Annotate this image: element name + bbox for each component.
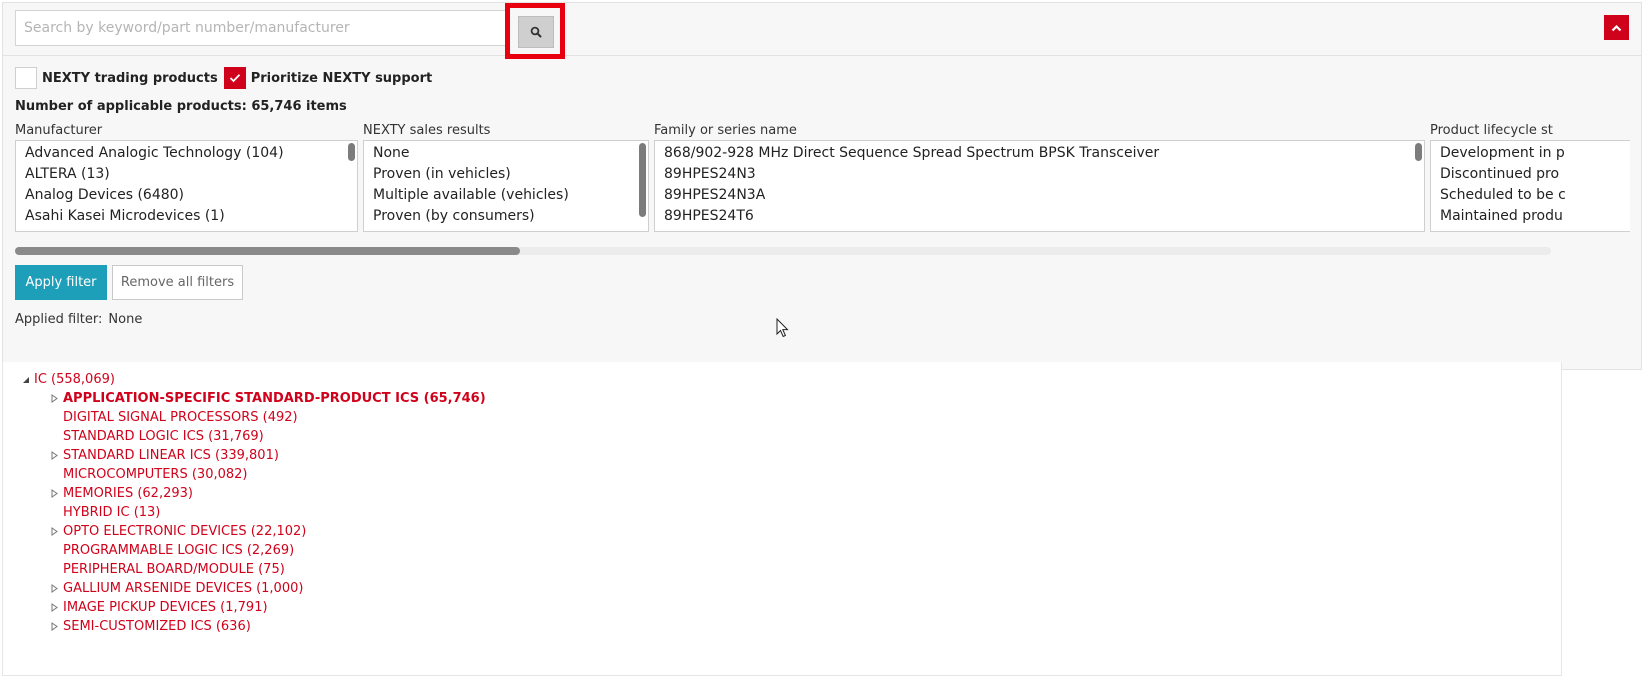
sales-results-filter: NEXTY sales results None Proven (in vehi… [363, 122, 649, 232]
tree-node[interactable]: PROGRAMMABLE LOGIC ICS (2,269) [63, 541, 294, 560]
list-item[interactable]: 89HPES24T6 [655, 206, 1424, 227]
product-count: Number of applicable products: 65,746 it… [15, 99, 347, 114]
filter-panel: NEXTY trading products Prioritize NEXTY … [2, 2, 1642, 370]
manufacturer-list[interactable]: Advanced Analogic Technology (104) ALTER… [15, 140, 358, 232]
tree-node-label[interactable]: MEMORIES (62,293) [63, 486, 193, 501]
tree-node[interactable]: DIGITAL SIGNAL PROCESSORS (492) [63, 408, 298, 427]
manufacturer-filter: Manufacturer Advanced Analogic Technolog… [15, 122, 358, 232]
triangle-right-icon[interactable] [51, 579, 61, 598]
tree-node[interactable]: STANDARD LOGIC ICS (31,769) [63, 427, 264, 446]
triangle-right-icon[interactable] [51, 484, 61, 503]
search-icon [530, 26, 542, 38]
list-item[interactable]: Maintained produ [1431, 206, 1630, 227]
tree-node[interactable]: OPTO ELECTRONIC DEVICES (22,102) [51, 522, 306, 541]
list-item[interactable]: 89HPES24N3A [655, 185, 1424, 206]
manufacturer-filter-title: Manufacturer [15, 123, 103, 138]
collapse-panel-button[interactable] [1604, 15, 1629, 40]
tree-node[interactable]: GALLIUM ARSENIDE DEVICES (1,000) [51, 579, 303, 598]
list-item[interactable]: ALTERA (13) [16, 164, 357, 185]
family-filter-title: Family or series name [654, 123, 797, 138]
list-item[interactable]: Discontinued pro [1431, 164, 1630, 185]
applied-filter-value: None [108, 312, 143, 327]
family-filter: Family or series name 868/902-928 MHz Di… [654, 122, 1425, 232]
manufacturer-scrollbar[interactable] [348, 143, 355, 161]
search-button[interactable] [518, 16, 554, 48]
tree-node-label[interactable]: STANDARD LOGIC ICS (31,769) [63, 429, 264, 444]
tree-node-label[interactable]: IMAGE PICKUP DEVICES (1,791) [63, 600, 268, 615]
lifecycle-filter: Product lifecycle st Development in p Di… [1430, 122, 1630, 232]
list-item[interactable]: 89HPES24N3 [655, 164, 1424, 185]
triangle-right-icon[interactable] [51, 617, 61, 636]
chevron-up-icon [1611, 24, 1622, 31]
list-item[interactable]: Analog Devices (6480) [16, 185, 357, 206]
tree-node[interactable]: PERIPHERAL BOARD/MODULE (75) [63, 560, 285, 579]
tree-node-label[interactable]: PERIPHERAL BOARD/MODULE (75) [63, 562, 285, 577]
list-item[interactable]: Proven (by consumers) [364, 206, 648, 227]
list-item[interactable]: Asahi Kasei Microdevices (1) [16, 206, 357, 227]
tree-node-label[interactable]: APPLICATION-SPECIFIC STANDARD-PRODUCT IC… [63, 391, 486, 406]
lifecycle-filter-title: Product lifecycle st [1430, 123, 1553, 138]
lifecycle-list[interactable]: Development in p Discontinued pro Schedu… [1430, 140, 1630, 232]
tree-node-label[interactable]: HYBRID IC (13) [63, 505, 160, 520]
tree-node[interactable]: APPLICATION-SPECIFIC STANDARD-PRODUCT IC… [51, 389, 486, 408]
prioritize-support-label[interactable]: Prioritize NEXTY support [251, 71, 433, 86]
nexty-trading-label[interactable]: NEXTY trading products [42, 71, 218, 86]
sales-results-filter-title: NEXTY sales results [363, 123, 491, 138]
triangle-right-icon[interactable] [51, 446, 61, 465]
nexty-trading-checkbox[interactable] [15, 67, 37, 89]
category-tree: IC (558,069) APPLICATION-SPECIFIC STANDA… [2, 362, 1562, 676]
horizontal-scroll-thumb[interactable] [15, 247, 520, 255]
filters-horizontal-scrollbar[interactable] [15, 247, 1551, 255]
family-scrollbar[interactable] [1415, 143, 1422, 161]
tree-node-label[interactable]: OPTO ELECTRONIC DEVICES (22,102) [63, 524, 306, 539]
filter-columns: Manufacturer Advanced Analogic Technolog… [15, 122, 1630, 237]
prioritize-support-checkbox[interactable] [223, 67, 246, 89]
tree-node[interactable]: MICROCOMPUTERS (30,082) [63, 465, 247, 484]
tree-node[interactable]: SEMI-CUSTOMIZED ICS (636) [51, 617, 251, 636]
triangle-down-icon[interactable] [22, 370, 32, 389]
search-input[interactable] [15, 10, 513, 46]
search-bar [3, 3, 1641, 59]
tree-node-label[interactable]: PROGRAMMABLE LOGIC ICS (2,269) [63, 543, 294, 558]
applied-filter-label: Applied filter: [15, 312, 103, 327]
triangle-right-icon[interactable] [51, 522, 61, 541]
triangle-right-icon[interactable] [51, 389, 61, 408]
list-item[interactable]: Proven (in vehicles) [364, 164, 648, 185]
family-list[interactable]: 868/902-928 MHz Direct Sequence Spread S… [654, 140, 1425, 232]
check-icon [229, 74, 240, 83]
tree-node-label[interactable]: DIGITAL SIGNAL PROCESSORS (492) [63, 410, 298, 425]
tree-node-label[interactable]: SEMI-CUSTOMIZED ICS (636) [63, 619, 251, 634]
applied-filter: Applied filter: None [15, 312, 142, 327]
tree-node[interactable]: HYBRID IC (13) [63, 503, 160, 522]
list-item[interactable]: Scheduled to be c [1431, 185, 1630, 206]
tree-node[interactable]: MEMORIES (62,293) [51, 484, 193, 503]
sales-results-list[interactable]: None Proven (in vehicles) Multiple avail… [363, 140, 649, 232]
apply-filter-button[interactable]: Apply filter [15, 265, 107, 300]
tree-node[interactable]: STANDARD LINEAR ICS (339,801) [51, 446, 279, 465]
list-item[interactable]: None [364, 143, 648, 164]
tree-root-ic[interactable]: IC (558,069) [23, 370, 115, 389]
triangle-right-icon[interactable] [51, 598, 61, 617]
list-item[interactable]: Development in p [1431, 143, 1630, 164]
list-item[interactable]: Multiple available (vehicles) [364, 185, 648, 206]
remove-all-filters-button[interactable]: Remove all filters [112, 265, 243, 300]
tree-root-label[interactable]: IC (558,069) [34, 372, 115, 387]
tree-node[interactable]: IMAGE PICKUP DEVICES (1,791) [51, 598, 268, 617]
tree-node-label[interactable]: MICROCOMPUTERS (30,082) [63, 467, 247, 482]
sales-results-scrollbar[interactable] [639, 143, 646, 217]
mouse-cursor-icon [776, 318, 789, 338]
checkbox-row: NEXTY trading products Prioritize NEXTY … [15, 66, 438, 90]
list-item[interactable]: 868/902-928 MHz Direct Sequence Spread S… [655, 143, 1424, 164]
tree-node-label[interactable]: STANDARD LINEAR ICS (339,801) [63, 448, 279, 463]
list-item[interactable]: Advanced Analogic Technology (104) [16, 143, 357, 164]
search-button-highlight [505, 3, 565, 59]
tree-node-label[interactable]: GALLIUM ARSENIDE DEVICES (1,000) [63, 581, 303, 596]
